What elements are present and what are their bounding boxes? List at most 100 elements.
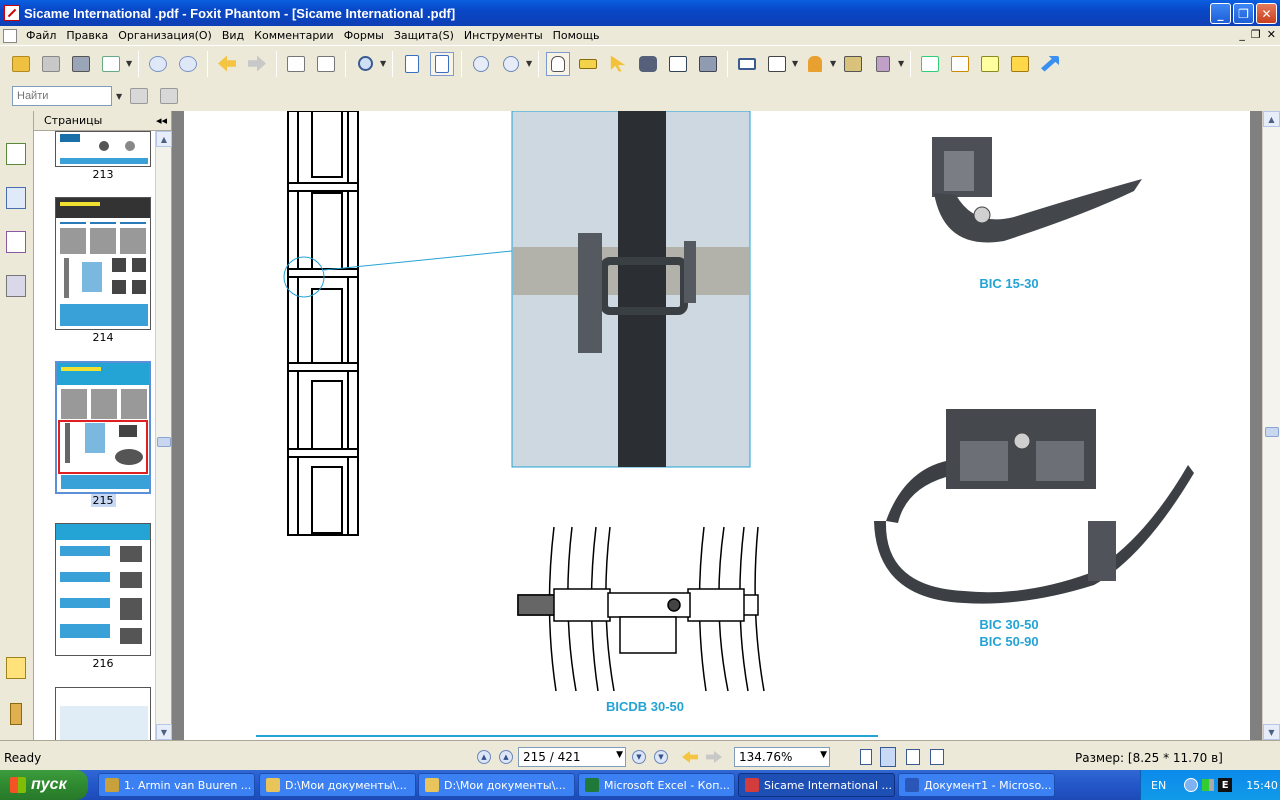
select-tool-button[interactable] bbox=[606, 52, 630, 76]
next-view-button[interactable] bbox=[706, 751, 722, 763]
page-thumbnail[interactable] bbox=[55, 687, 151, 740]
collapse-panel-icon[interactable]: ◂◂ bbox=[156, 114, 167, 127]
menu-organize[interactable]: Организация(O) bbox=[113, 29, 217, 42]
minimize-button[interactable]: _ bbox=[1210, 3, 1231, 24]
taskbar-item-explorer-2[interactable]: D:\Мои документы\... bbox=[418, 773, 575, 797]
menu-comments[interactable]: Комментарии bbox=[249, 29, 339, 42]
start-button[interactable]: пуск bbox=[0, 770, 88, 800]
sign-button[interactable] bbox=[841, 52, 865, 76]
page-number-field[interactable]: 215 / 421 ▼ bbox=[518, 747, 626, 767]
page-thumbnail[interactable] bbox=[55, 197, 151, 330]
hand-tool-button[interactable] bbox=[546, 51, 570, 76]
menu-protect[interactable]: Защита(S) bbox=[389, 29, 459, 42]
bookmarks-tab-icon[interactable] bbox=[6, 143, 26, 165]
zoom-in-button[interactable] bbox=[499, 52, 523, 76]
attachments-tab-icon[interactable] bbox=[10, 703, 22, 725]
scroll-down-arrow[interactable]: ▼ bbox=[156, 724, 172, 740]
signal-tray-icon[interactable] bbox=[1202, 779, 1215, 791]
menu-edit[interactable]: Правка bbox=[61, 29, 113, 42]
page-thumbnail[interactable] bbox=[55, 523, 151, 656]
foxit-app-icon[interactable] bbox=[4, 5, 20, 21]
menu-file[interactable]: Файл bbox=[21, 29, 61, 42]
search-dropdown-arrow[interactable]: ▼ bbox=[116, 92, 124, 101]
facing-view-icon[interactable] bbox=[906, 749, 920, 765]
form-fill-button[interactable] bbox=[948, 52, 972, 76]
document-view[interactable]: BIC 15-30 BIC 30-50 BIC 50-90 BICDB 30-5… bbox=[172, 111, 1262, 740]
continuous-facing-view-icon[interactable] bbox=[930, 749, 944, 765]
layers-tab-icon[interactable] bbox=[6, 275, 26, 297]
zoom-tool-dropdown-arrow[interactable]: ▼ bbox=[380, 59, 388, 68]
page-thumbnail-selected[interactable] bbox=[55, 361, 151, 494]
fit-width-button[interactable] bbox=[430, 51, 454, 76]
open-button[interactable] bbox=[9, 52, 33, 76]
forward-button[interactable] bbox=[245, 52, 269, 76]
pages-panel-scrollbar[interactable]: ▲ ▼ bbox=[155, 131, 172, 740]
email-dropdown-arrow[interactable]: ▼ bbox=[126, 59, 134, 68]
secure-dropdown-arrow[interactable]: ▼ bbox=[898, 59, 906, 68]
insert-page-button[interactable] bbox=[284, 52, 308, 76]
next-page-button[interactable] bbox=[176, 52, 200, 76]
find-previous-button[interactable] bbox=[127, 84, 151, 108]
find-next-button[interactable] bbox=[157, 84, 181, 108]
last-page-button[interactable]: ▼ bbox=[654, 750, 668, 764]
document-scrollbar[interactable]: ▲ ▼ bbox=[1262, 111, 1280, 740]
typewriter-dropdown-arrow[interactable]: ▼ bbox=[792, 59, 800, 68]
menu-help[interactable]: Помощь bbox=[548, 29, 605, 42]
back-arrow-tray-icon[interactable] bbox=[1184, 778, 1199, 792]
scroll-thumb[interactable] bbox=[157, 437, 171, 447]
fit-page-button[interactable] bbox=[400, 52, 424, 76]
stamp-button[interactable] bbox=[803, 52, 827, 76]
print-button[interactable] bbox=[69, 52, 93, 76]
email-button[interactable] bbox=[99, 52, 123, 76]
continuous-view-icon[interactable] bbox=[880, 747, 896, 767]
signatures-tab-icon[interactable] bbox=[6, 231, 26, 253]
document-icon[interactable] bbox=[3, 28, 17, 43]
back-button[interactable] bbox=[215, 52, 239, 76]
taskbar-item-word[interactable]: Документ1 - Microso... bbox=[898, 773, 1055, 797]
search-input[interactable] bbox=[12, 86, 112, 106]
e-tray-icon[interactable]: E bbox=[1218, 778, 1233, 792]
taskbar-item-winamp[interactable]: 1. Armin van Buuren ... bbox=[98, 773, 255, 797]
taskbar-item-foxit[interactable]: Sicame International ... bbox=[738, 773, 895, 797]
menu-view[interactable]: Вид bbox=[217, 29, 249, 42]
note-button[interactable] bbox=[1008, 52, 1032, 76]
menu-tools[interactable]: Инструменты bbox=[459, 29, 548, 42]
zoom-tool-button[interactable] bbox=[353, 52, 377, 76]
edit-document-button[interactable] bbox=[918, 52, 942, 76]
maximize-button[interactable]: ❐ bbox=[1233, 3, 1254, 24]
typewriter-button[interactable] bbox=[765, 52, 789, 76]
snapshot-button[interactable] bbox=[696, 52, 720, 76]
zoom-field[interactable]: 134.76% ▼ bbox=[734, 747, 830, 767]
taskbar-item-excel[interactable]: Microsoft Excel - Коп... bbox=[578, 773, 735, 797]
next-page-button-status[interactable]: ▼ bbox=[632, 750, 646, 764]
page-thumbnail[interactable] bbox=[55, 131, 151, 167]
doc-close-button[interactable]: ✕ bbox=[1267, 28, 1276, 41]
scroll-thumb[interactable] bbox=[1265, 427, 1279, 437]
comments-tab-icon[interactable] bbox=[6, 657, 26, 679]
save-button[interactable] bbox=[39, 52, 63, 76]
scroll-down-arrow[interactable]: ▼ bbox=[1263, 724, 1280, 740]
pages-tab-icon[interactable] bbox=[6, 187, 26, 209]
stamp-dropdown-arrow[interactable]: ▼ bbox=[830, 59, 838, 68]
close-button[interactable]: ✕ bbox=[1256, 3, 1277, 24]
rectangle-tool-button[interactable] bbox=[735, 52, 759, 76]
language-indicator[interactable]: EN bbox=[1151, 779, 1166, 792]
scroll-up-arrow[interactable]: ▲ bbox=[1263, 111, 1280, 127]
zoom-dropdown-arrow[interactable]: ▼ bbox=[526, 59, 534, 68]
taskbar-item-explorer-1[interactable]: D:\Мои документы\... bbox=[259, 773, 416, 797]
menu-forms[interactable]: Формы bbox=[339, 29, 389, 42]
zoom-out-button[interactable] bbox=[469, 52, 493, 76]
extract-page-button[interactable] bbox=[314, 52, 338, 76]
reader-tool-button[interactable] bbox=[576, 52, 600, 76]
previous-view-button[interactable] bbox=[682, 751, 698, 763]
doc-minimize-button[interactable]: _ bbox=[1239, 28, 1245, 41]
arrow-tool-button[interactable] bbox=[1038, 52, 1062, 76]
text-box-button[interactable] bbox=[978, 52, 1002, 76]
scroll-up-arrow[interactable]: ▲ bbox=[156, 131, 172, 147]
prev-page-button[interactable] bbox=[146, 52, 170, 76]
find-button[interactable] bbox=[636, 52, 660, 76]
text-select-button[interactable] bbox=[666, 52, 690, 76]
secure-button[interactable] bbox=[871, 52, 895, 76]
single-page-view-icon[interactable] bbox=[860, 749, 872, 765]
previous-page-button[interactable]: ▲ bbox=[499, 750, 513, 764]
